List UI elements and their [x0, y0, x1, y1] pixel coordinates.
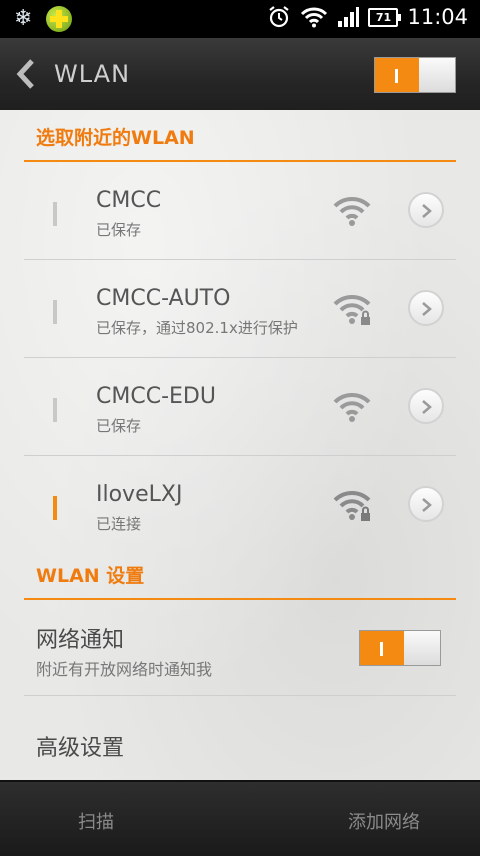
snowflake-icon: ❄ — [14, 6, 33, 31]
wifi-signal-icon — [333, 196, 371, 226]
network-status: 已保存 — [96, 417, 142, 435]
chevron-right-icon — [422, 302, 432, 316]
battery-icon: 71 — [368, 7, 402, 27]
signal-icon — [338, 7, 360, 27]
connection-indicator — [53, 300, 57, 324]
connected-indicator — [53, 496, 57, 520]
chevron-right-icon — [422, 204, 432, 218]
add-network-button[interactable]: 添加网络 — [348, 808, 420, 834]
toggle-on-segment — [375, 58, 419, 92]
connection-indicator — [53, 398, 57, 422]
wifi-icon — [301, 7, 328, 28]
status-bar: ❄ 71 11:04 — [0, 0, 480, 38]
network-detail-button[interactable] — [408, 388, 444, 424]
settings-content: 选取附近的WLAN CMCC 已保存 CMCC-AUTO 已保存，通过802.1… — [0, 110, 480, 780]
toggle-off-segment — [419, 58, 455, 92]
network-detail-button[interactable] — [408, 290, 444, 326]
toggle-off-segment — [404, 631, 440, 665]
connection-indicator — [53, 202, 57, 226]
chevron-right-icon — [422, 498, 432, 512]
advanced-settings-title: 高级设置 — [36, 736, 125, 761]
wlan-settings-header: WLAN 设置 — [24, 552, 456, 600]
wifi-secured-icon — [333, 490, 371, 521]
network-row-cmcc-edu[interactable]: CMCC-EDU 已保存 — [24, 358, 456, 456]
network-status: 已保存 — [96, 221, 142, 239]
advanced-settings-row[interactable]: 高级设置 — [24, 698, 456, 778]
toggle-on-segment — [360, 631, 404, 665]
network-name: CMCC-EDU — [96, 384, 216, 409]
status-time: 11:04 — [407, 5, 468, 29]
network-detail-button[interactable] — [408, 486, 444, 522]
network-notify-toggle[interactable] — [359, 630, 441, 666]
wifi-signal-icon — [333, 392, 371, 422]
network-name: CMCC-AUTO — [96, 286, 231, 311]
network-notify-title: 网络通知 — [36, 628, 125, 653]
wifi-secured-icon — [333, 294, 371, 325]
network-row-cmcc-auto[interactable]: CMCC-AUTO 已保存，通过802.1x进行保护 — [24, 260, 456, 358]
network-notify-subtitle: 附近有开放网络时通知我 — [36, 660, 213, 679]
bottom-action-bar: 扫描 添加网络 — [0, 780, 480, 856]
page-title: WLAN — [54, 60, 131, 88]
wlan-master-toggle[interactable] — [374, 57, 456, 93]
network-row-cmcc[interactable]: CMCC 已保存 — [24, 162, 456, 260]
network-status: 已保存，通过802.1x进行保护 — [96, 319, 298, 337]
network-name: CMCC — [96, 188, 162, 213]
network-name: IloveLXJ — [96, 482, 183, 507]
network-row-ilovelxj[interactable]: IloveLXJ 已连接 — [24, 456, 456, 554]
network-status: 已连接 — [96, 515, 142, 533]
plus-badge-icon — [46, 6, 73, 32]
back-chevron-icon[interactable] — [14, 58, 36, 90]
scan-button[interactable]: 扫描 — [78, 808, 114, 834]
network-detail-button[interactable] — [408, 192, 444, 228]
chevron-right-icon — [422, 400, 432, 414]
alarm-icon — [269, 6, 290, 28]
nearby-networks-header: 选取附近的WLAN — [24, 114, 456, 162]
